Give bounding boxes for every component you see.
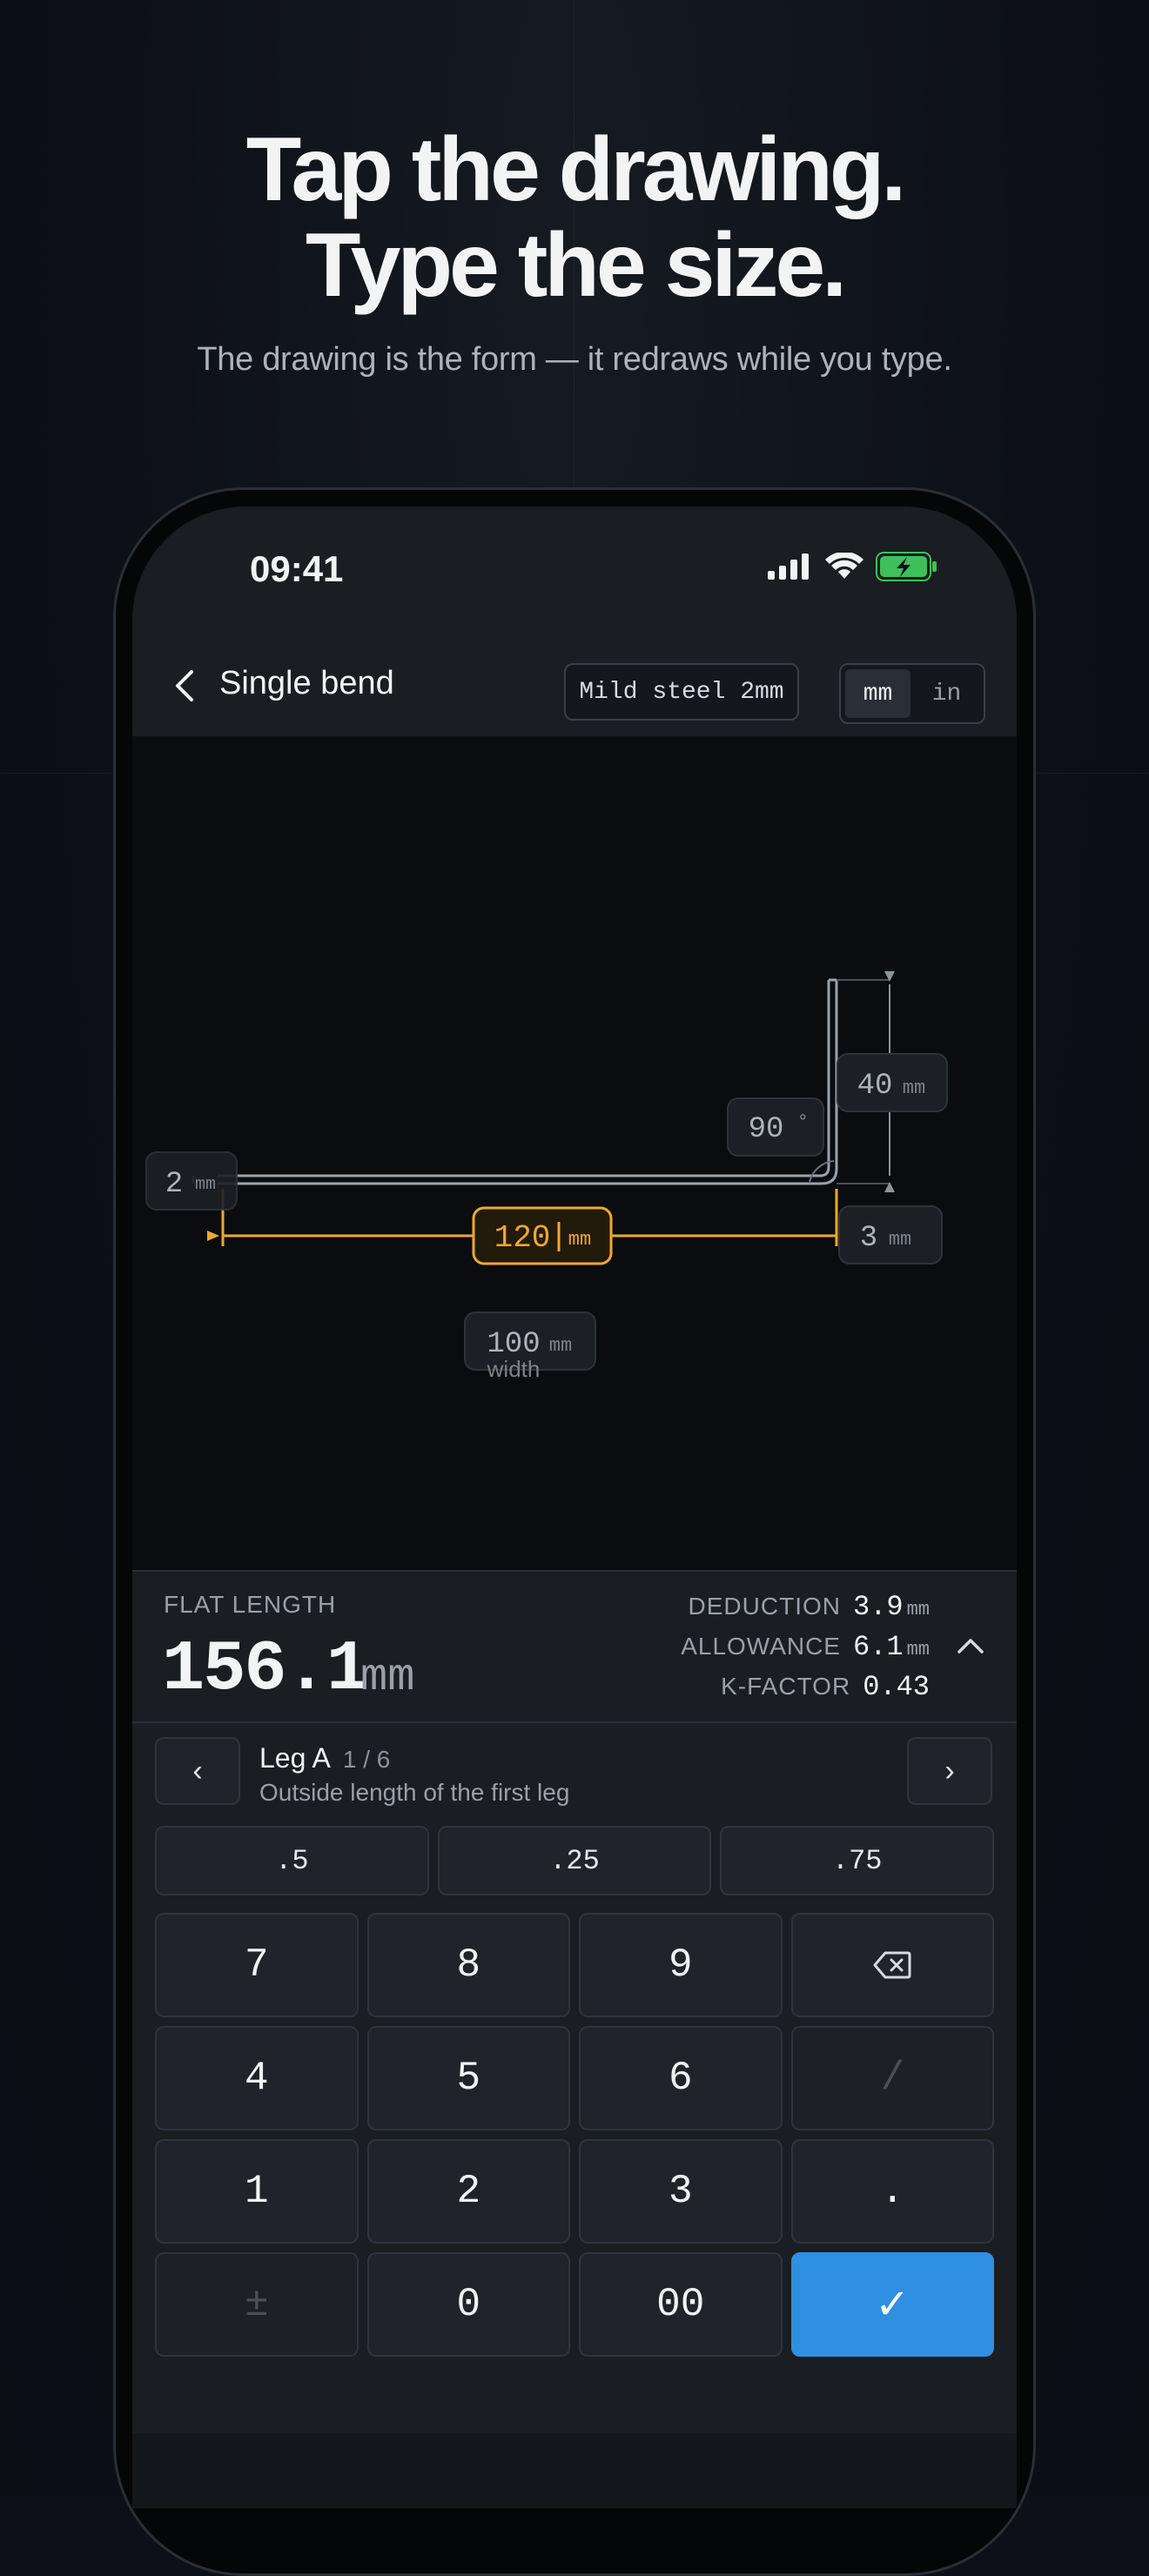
bottom-strip — [132, 2433, 1017, 2508]
key-6[interactable]: 6 — [579, 2026, 783, 2130]
deduction-value: 3.9 — [852, 1591, 904, 1623]
material-selector[interactable]: Mild steel 2mm — [564, 663, 799, 721]
unit-option-mm[interactable]: mm — [845, 669, 910, 718]
bend-drawing-canvas[interactable]: 90 ° 40 mm 2 mm 3 mm 120 mm 100 mm width — [132, 736, 1017, 1570]
status-bar: 09:41 — [132, 506, 1017, 637]
screen-title: Single bend — [219, 665, 394, 701]
decimal-point-key[interactable]: . — [790, 2139, 994, 2244]
deduction-row: DEDUCTION 3.9 mm — [689, 1591, 930, 1623]
radius-value: 3 — [860, 1222, 877, 1255]
key-1[interactable]: 1 — [155, 2139, 359, 2244]
kfactor-value: 0.43 — [863, 1671, 930, 1703]
field-navigator: ‹ Leg A 1 / 6 Outside length of the first… — [132, 1737, 1017, 1810]
leg-a-unit: mm — [568, 1229, 591, 1251]
previous-field-button[interactable]: ‹ — [155, 1737, 240, 1805]
allowance-unit: mm — [906, 1639, 930, 1660]
battery-charging-icon — [876, 552, 937, 581]
wifi-icon — [825, 553, 863, 579]
fraction-half-button[interactable]: .5 — [155, 1826, 429, 1895]
results-panel: FLAT LENGTH 156.1 mm DEDUCTION 3.9 mm AL… — [132, 1570, 1017, 1723]
key-0[interactable]: 0 — [366, 2252, 570, 2357]
headline-line-2: Type the size. — [305, 215, 847, 316]
headline-line-1: Tap the drawing. — [245, 119, 907, 220]
fraction-shortcuts: .5 .25 .75 — [155, 1826, 995, 1895]
allowance-row: ALLOWANCE 6.1 mm — [681, 1631, 930, 1663]
backspace-icon — [873, 1951, 911, 1979]
angle-value: 90 — [749, 1113, 784, 1146]
key-9[interactable]: 9 — [579, 1913, 783, 2017]
kfactor-row: K-FACTOR 0.43 — [721, 1671, 930, 1703]
leg-b-value: 40 — [857, 1070, 893, 1103]
signal-icon — [768, 553, 809, 580]
field-count: 1 / 6 — [342, 1746, 391, 1773]
angle-unit: ° — [799, 1110, 807, 1132]
unit-option-in[interactable]: in — [914, 669, 979, 718]
key-3[interactable]: 3 — [579, 2139, 783, 2244]
flat-length-unit: mm — [360, 1652, 415, 1703]
marketing-headline: Tap the drawing. Type the size. — [0, 122, 1149, 313]
field-title: Leg A 1 / 6 — [259, 1742, 390, 1774]
thickness-unit: mm — [195, 1175, 216, 1195]
fraction-three-quarter-button[interactable]: .75 — [720, 1826, 995, 1895]
numeric-keypad: 7 8 9 4 5 6 / 1 2 3 . ± 0 00 ✓ — [155, 1913, 994, 2357]
chevron-up-icon[interactable] — [956, 1634, 985, 1657]
back-chevron-icon[interactable] — [167, 667, 202, 705]
fraction-quarter-button[interactable]: .25 — [437, 1826, 712, 1895]
marketing-subhead: The drawing is the form — it redraws whi… — [197, 341, 952, 378]
thickness-value: 2 — [165, 1168, 183, 1201]
allowance-value: 6.1 — [852, 1631, 904, 1663]
leg-a-value: 120 — [494, 1220, 551, 1256]
status-time: 09:41 — [250, 548, 344, 589]
key-00[interactable]: 00 — [579, 2252, 783, 2357]
key-4[interactable]: 4 — [155, 2026, 359, 2130]
key-7[interactable]: 7 — [155, 1913, 359, 2017]
width-unit: mm — [549, 1335, 572, 1357]
bend-drawing[interactable]: 90 ° 40 mm 2 mm 3 mm 120 mm 100 mm width — [132, 736, 1017, 1570]
key-8[interactable]: 8 — [366, 1913, 570, 2017]
status-icons — [768, 552, 938, 581]
field-name: Leg A — [259, 1742, 331, 1774]
unit-toggle[interactable]: mm in — [839, 663, 985, 724]
deduction-unit: mm — [906, 1599, 930, 1620]
allowance-label: ALLOWANCE — [681, 1633, 841, 1660]
backspace-button[interactable] — [790, 1913, 994, 2017]
deduction-label: DEDUCTION — [688, 1593, 841, 1620]
fraction-slash-key[interactable]: / — [790, 2026, 994, 2130]
kfactor-label: K-FACTOR — [721, 1673, 851, 1700]
flat-length-label: FLAT LENGTH — [164, 1591, 337, 1618]
flat-length-value: 156.1 — [162, 1629, 369, 1710]
radius-unit: mm — [889, 1229, 911, 1251]
phone-screen: 09:41 Single bend Mild steel 2mm mm in 9… — [132, 506, 1017, 2508]
key-2[interactable]: 2 — [366, 2139, 570, 2244]
width-caption: width — [487, 1356, 541, 1382]
field-description: Outside length of the first leg — [259, 1779, 570, 1806]
nav-bar: Single bend Mild steel 2mm mm in — [132, 635, 1017, 736]
key-5[interactable]: 5 — [366, 2026, 570, 2130]
thickness-label-box[interactable] — [145, 1151, 238, 1211]
next-field-button[interactable]: › — [907, 1737, 992, 1805]
leg-b-unit: mm — [903, 1077, 925, 1099]
bend-radius-arc — [809, 1160, 835, 1183]
plus-minus-key[interactable]: ± — [155, 2252, 359, 2357]
confirm-button[interactable]: ✓ — [790, 2252, 994, 2357]
